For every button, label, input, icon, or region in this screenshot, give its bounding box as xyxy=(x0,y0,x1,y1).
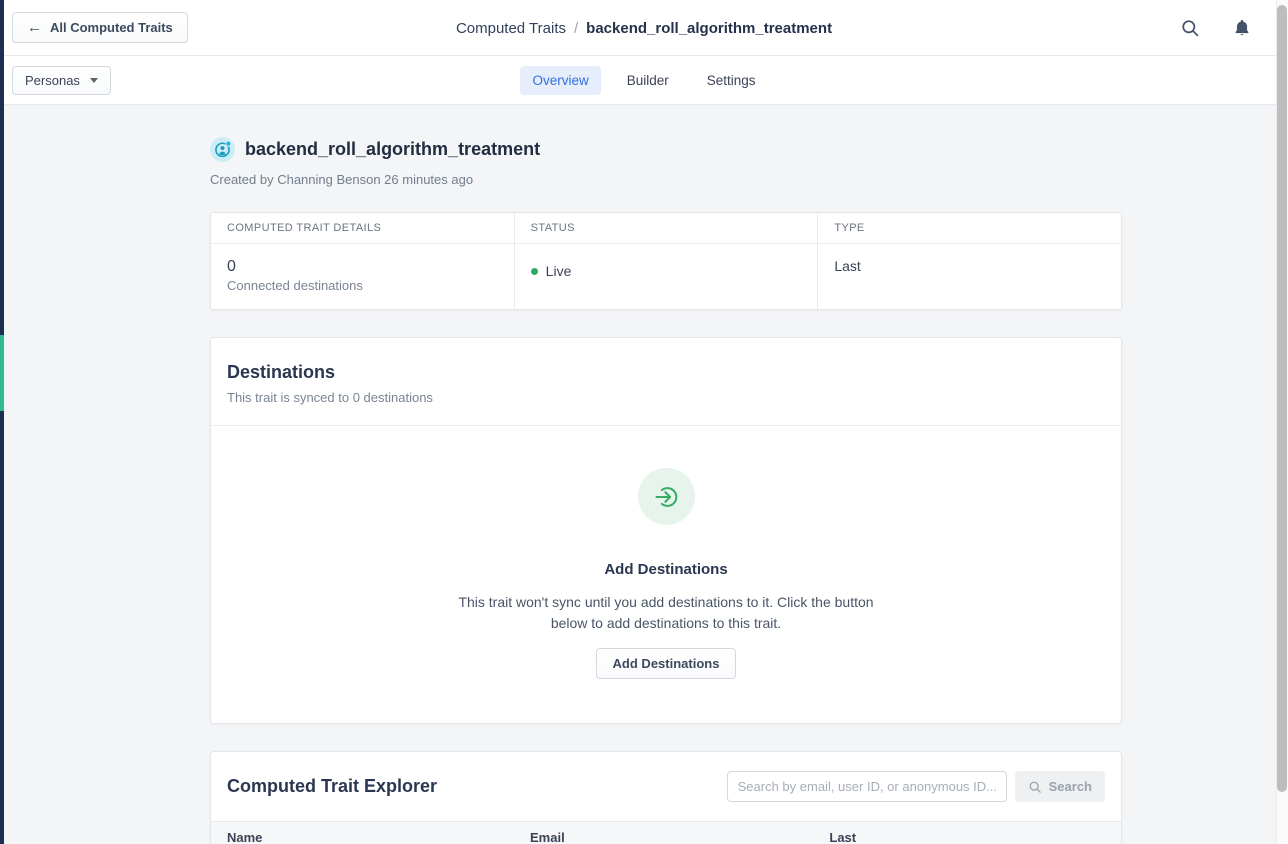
explorer-search-input[interactable] xyxy=(727,771,1007,802)
explorer-table: Name Email Last AC Arthur Chapman arthur… xyxy=(211,821,1121,844)
destinations-empty-state: Add Destinations This trait won't sync u… xyxy=(211,426,1121,723)
tab-settings[interactable]: Settings xyxy=(695,66,768,95)
empty-state-title: Add Destinations xyxy=(231,561,1101,578)
explorer-search-button-label: Search xyxy=(1049,779,1092,794)
sidebar-teal-segment xyxy=(0,335,4,411)
sub-nav-bar: Personas Overview Builder Settings xyxy=(0,56,1288,105)
tab-bar: Overview Builder Settings xyxy=(0,56,1288,105)
tab-builder[interactable]: Builder xyxy=(615,66,681,95)
column-header-last: Last xyxy=(813,822,1121,844)
search-icon xyxy=(1028,780,1042,794)
breadcrumb-separator: / xyxy=(574,20,578,37)
add-destination-circle-icon xyxy=(638,468,695,525)
main-content: backend_roll_algorithm_treatment Created… xyxy=(210,105,1122,844)
back-button-label: All Computed Traits xyxy=(50,20,173,35)
notifications-bell-icon[interactable] xyxy=(1232,18,1252,38)
live-status-dot xyxy=(531,268,538,275)
scrollbar-thumb[interactable] xyxy=(1277,5,1287,792)
breadcrumb-parent-link[interactable]: Computed Traits xyxy=(456,20,566,37)
created-by-text: Created by Channing Benson 26 minutes ag… xyxy=(210,172,1122,187)
explorer-search-button[interactable]: Search xyxy=(1015,771,1105,802)
personas-dropdown[interactable]: Personas xyxy=(12,66,111,95)
status-column-header: Status xyxy=(515,213,818,244)
add-destinations-button-label: Add Destinations xyxy=(613,656,720,671)
page-title: backend_roll_algorithm_treatment xyxy=(245,139,540,160)
top-bar: ← All Computed Traits Computed Traits / … xyxy=(0,0,1288,56)
explorer-title: Computed Trait Explorer xyxy=(227,776,437,797)
column-header-email: Email xyxy=(514,822,813,844)
type-column-header: Type xyxy=(818,213,1121,244)
add-destinations-button[interactable]: Add Destinations xyxy=(596,648,737,679)
collapsed-sidebar-strip xyxy=(0,0,4,844)
personas-label: Personas xyxy=(25,73,80,88)
breadcrumb: Computed Traits / backend_roll_algorithm… xyxy=(0,0,1288,56)
destinations-subtitle: This trait is synced to 0 destinations xyxy=(227,390,1105,405)
tab-overview[interactable]: Overview xyxy=(520,66,600,95)
empty-state-text-line2: below to add destinations to this trait. xyxy=(231,613,1101,634)
status-column: Status Live xyxy=(515,213,819,309)
type-column: Type Last xyxy=(818,213,1121,309)
computed-trait-explorer-card: Computed Trait Explorer Search Name Emai… xyxy=(210,751,1122,844)
scrollbar-track[interactable] xyxy=(1276,0,1288,844)
back-to-all-computed-traits-button[interactable]: ← All Computed Traits xyxy=(12,12,188,43)
details-column-header: Computed Trait Details xyxy=(211,213,514,244)
breadcrumb-current: backend_roll_algorithm_treatment xyxy=(586,20,832,37)
details-column: Computed Trait Details 0 Connected desti… xyxy=(211,213,515,309)
trait-details-table: Computed Trait Details 0 Connected desti… xyxy=(210,212,1122,310)
chevron-down-icon xyxy=(90,78,98,83)
back-arrow-icon: ← xyxy=(27,20,42,35)
search-icon[interactable] xyxy=(1180,18,1200,38)
trait-type-value: Last xyxy=(818,244,1121,300)
column-header-name: Name xyxy=(211,822,514,844)
connected-destinations-count: 0 xyxy=(227,258,498,276)
destinations-card: Destinations This trait is synced to 0 d… xyxy=(210,337,1122,724)
computed-trait-icon xyxy=(210,137,235,162)
connected-destinations-label: Connected destinations xyxy=(227,278,498,293)
status-badge: Live xyxy=(546,263,572,279)
empty-state-text-line1: This trait won't sync until you add dest… xyxy=(231,592,1101,613)
destinations-title: Destinations xyxy=(227,362,1105,383)
